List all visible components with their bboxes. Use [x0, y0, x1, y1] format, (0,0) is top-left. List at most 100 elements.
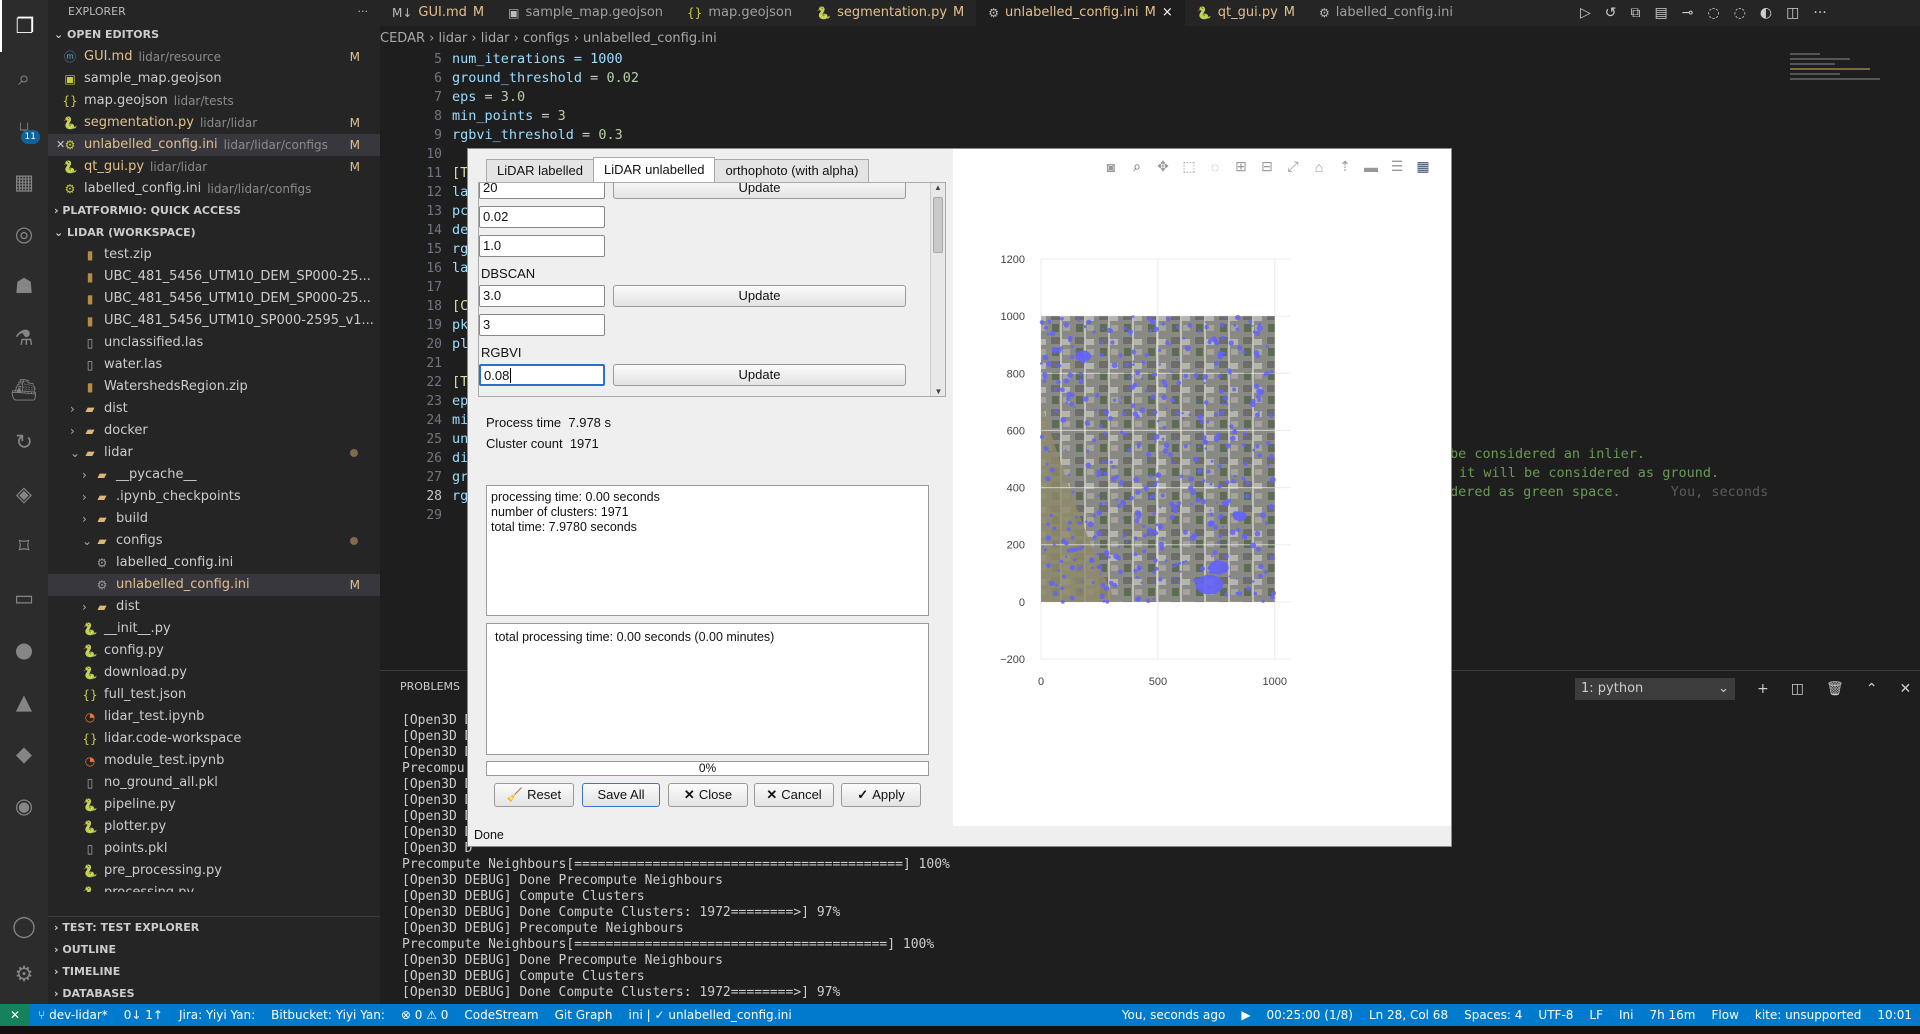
open-editor-item[interactable]: ▣ sample_map.geojson	[48, 68, 380, 90]
azure-icon[interactable]: ▲	[0, 676, 48, 728]
sidebar-section[interactable]: › OUTLINE	[48, 939, 380, 961]
sidebar-section[interactable]: › DATABASES	[48, 983, 380, 1004]
indentation-status[interactable]: Spaces: 4	[1456, 1004, 1530, 1026]
folder-item[interactable]: › ▰ docker	[48, 420, 380, 442]
editor-tab[interactable]: ▣ sample_map.geojson	[496, 0, 675, 26]
remote-indicator-icon[interactable]: ✕	[0, 1004, 31, 1026]
file-item[interactable]: 🐍 download.py	[48, 662, 380, 684]
eps-input[interactable]: 3.0	[479, 285, 605, 307]
previous-change-icon[interactable]: ◌	[1707, 5, 1719, 21]
file-item[interactable]: ▮ UBC_481_5456_UTM10_DEM_SP000-25...	[48, 266, 380, 288]
editor-tab[interactable]: M↓ GUI.md M	[380, 0, 496, 26]
file-item[interactable]: 🐍 plotter.py	[48, 816, 380, 838]
docker-icon[interactable]: ⛴	[0, 364, 48, 416]
min-points-input[interactable]: 3	[479, 314, 605, 336]
spike-lines-icon[interactable]: ⇡	[1333, 158, 1357, 175]
file-item[interactable]: ▮ UBC_481_5456_UTM10_SP000-2595_v1...	[48, 310, 380, 332]
hover-compare-icon[interactable]: ☰	[1385, 158, 1409, 175]
live-share-icon[interactable]: ↻	[0, 416, 48, 468]
rgbvi-input[interactable]: 0.08	[479, 364, 605, 386]
breadcrumb-item[interactable]: CEDAR	[380, 31, 425, 46]
trash-icon[interactable]: 🗑	[1826, 681, 1844, 697]
json-icon[interactable]: ◉	[0, 780, 48, 832]
box-select-icon[interactable]: ⬚	[1177, 158, 1201, 175]
file-item[interactable]: ◔ module_test.ipynb	[48, 750, 380, 772]
editor-tab[interactable]: ⚙ labelled_config.ini	[1307, 0, 1465, 26]
folder-item[interactable]: › ▰ dist	[48, 596, 380, 618]
bookmark-icon[interactable]: ⌑	[0, 520, 48, 572]
sidebar-section[interactable]: › TEST: TEST EXPLORER	[48, 917, 380, 939]
close-editor-icon[interactable]: ✕	[56, 134, 65, 156]
split-editor-icon[interactable]: ◫	[1786, 5, 1799, 21]
file-item[interactable]: 🐍 pipeline.py	[48, 794, 380, 816]
blame-icon[interactable]: ◐	[1760, 5, 1772, 21]
save-all-button[interactable]: Save All	[582, 783, 660, 807]
scroll-down-icon[interactable]: ▼	[931, 387, 945, 396]
scrollbar[interactable]: ▲ ▼	[930, 183, 945, 396]
file-item[interactable]: {} full_test.json	[48, 684, 380, 706]
open-editor-item[interactable]: ⓜ GUI.md lidar/resource M	[48, 46, 380, 68]
zoom-out-icon[interactable]: ⊟	[1255, 158, 1279, 175]
threshold-input[interactable]: 1.0	[479, 235, 605, 257]
open-editor-item[interactable]: 🐍 segmentation.py lidar/lidar M	[48, 112, 380, 134]
terminal-select[interactable]: 1: python ⌄	[1575, 678, 1735, 700]
git-commit-icon[interactable]: ⊸	[1682, 5, 1694, 21]
breadcrumb-item[interactable]: lidar	[481, 31, 510, 46]
editor-tab[interactable]: 🐍 qt_gui.py M	[1185, 0, 1307, 26]
new-terminal-icon[interactable]: +	[1757, 681, 1769, 697]
ground-threshold-input[interactable]: 0.02	[479, 206, 605, 228]
autoscale-icon[interactable]: ⤢	[1281, 158, 1305, 175]
editor-tab[interactable]: 🐍 segmentation.py M	[804, 0, 976, 26]
apply-button[interactable]: ✓ Apply	[841, 783, 921, 807]
source-control-icon[interactable]: ⑂11	[0, 104, 48, 156]
file-item[interactable]: ▯ water.las	[48, 354, 380, 376]
flow-status[interactable]: Flow	[1703, 1004, 1746, 1026]
file-status[interactable]: ini | ✓ unlabelled_config.ini	[621, 1004, 800, 1026]
zoom-icon[interactable]: ⌕	[1125, 158, 1149, 175]
open-editor-item[interactable]: 🐍 qt_gui.py lidar/lidar M	[48, 156, 380, 178]
scroll-up-icon[interactable]: ▲	[931, 183, 945, 195]
open-editor-item[interactable]: ⚙ labelled_config.ini lidar/lidar/configs	[48, 178, 380, 200]
extensions-icon[interactable]: ▦	[0, 156, 48, 208]
tab-problems[interactable]: PROBLEMS	[400, 680, 460, 693]
file-item[interactable]: 🐍 __init__.py	[48, 618, 380, 640]
cursor-position[interactable]: Ln 28, Col 68	[1361, 1004, 1456, 1026]
close-tab-icon[interactable]: ×	[1162, 0, 1173, 26]
tab-lidar-unlabelled[interactable]: LiDAR unlabelled	[593, 157, 716, 182]
scrollbar-thumb[interactable]	[933, 197, 943, 253]
git-graph-status[interactable]: Git Graph	[547, 1004, 621, 1026]
language-status[interactable]: Ini	[1611, 1004, 1641, 1026]
folder-icon[interactable]: ▭	[0, 572, 48, 624]
log-output[interactable]: processing time: 0.00 seconds number of c…	[486, 485, 929, 616]
cancel-button[interactable]: ✕ Cancel	[754, 783, 834, 807]
codestream-status[interactable]: CodeStream	[456, 1004, 546, 1026]
breadcrumb-item[interactable]: lidar	[438, 31, 467, 46]
file-item[interactable]: ▮ UBC_481_5456_UTM10_DEM_SP000-25...	[48, 288, 380, 310]
folder-item[interactable]: › ▰ .ipynb_checkpoints	[48, 486, 380, 508]
kite-status[interactable]: kite: unsupported	[1747, 1004, 1870, 1026]
gitlens-icon[interactable]: ◈	[0, 468, 48, 520]
eol-status[interactable]: LF	[1581, 1004, 1611, 1026]
minimap[interactable]	[1790, 50, 1900, 110]
settings-gear-icon[interactable]: ⚙	[0, 948, 48, 1000]
editor-more-icon[interactable]: ···	[1813, 5, 1826, 21]
update-rgbvi-button[interactable]: Update	[613, 364, 906, 386]
compare-icon[interactable]: ⧉	[1631, 5, 1641, 21]
gitlab-icon[interactable]: ◆	[0, 728, 48, 780]
open-editor-item[interactable]: {} map.geojson lidar/tests	[48, 90, 380, 112]
maximize-panel-icon[interactable]: ⌃	[1866, 681, 1878, 697]
platformio-section[interactable]: › PLATFORMIO: QUICK ACCESS	[48, 200, 380, 222]
file-item[interactable]: 🐍 processing.py	[48, 882, 380, 892]
blame-status[interactable]: You, seconds ago	[1114, 1004, 1234, 1026]
run-icon[interactable]: ▷	[1580, 5, 1591, 21]
file-item[interactable]: ▮ test.zip	[48, 244, 380, 266]
file-item[interactable]: ▯ points.pkl	[48, 838, 380, 860]
folder-item[interactable]: ⌄ ▰ lidar	[48, 442, 380, 464]
timer-status[interactable]: 00:25:00 (1/8)	[1259, 1004, 1361, 1026]
hover-closest-icon[interactable]: ▬	[1359, 159, 1383, 175]
tab-lidar-labelled[interactable]: LiDAR labelled	[486, 159, 594, 182]
next-change-icon[interactable]: ◌	[1734, 5, 1746, 21]
jira-status[interactable]: Jira: Yiyi Yan:	[171, 1004, 263, 1026]
update-dbscan-button[interactable]: Update	[613, 285, 906, 307]
files-icon[interactable]: ❐	[0, 0, 48, 52]
